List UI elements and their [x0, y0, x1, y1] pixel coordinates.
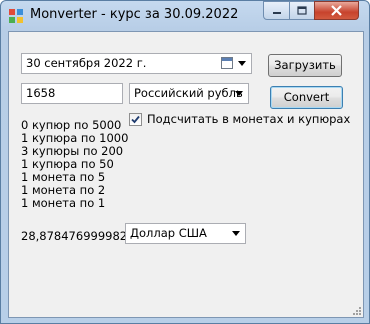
main-panel: 30 сентября 2022 г. Загрузить 1658 Росси… — [8, 31, 364, 318]
minimize-icon — [272, 11, 281, 14]
chevron-down-icon — [232, 231, 240, 236]
maximize-button[interactable] — [289, 1, 315, 20]
breakdown-item: 3 купюры по 200 — [21, 144, 124, 158]
calendar-icon — [221, 57, 233, 69]
chevron-down-icon — [238, 61, 246, 66]
window-title: Monverter - курс за 30.09.2022 — [30, 7, 239, 22]
breakdown-item: 1 монета по 1 — [21, 196, 106, 210]
convert-button[interactable]: Convert — [270, 86, 343, 109]
app-icon — [9, 9, 23, 23]
date-picker-value: 30 сентября 2022 г. — [26, 56, 147, 70]
minimize-button[interactable] — [263, 1, 290, 20]
amount-input[interactable]: 1658 — [21, 83, 123, 104]
checkmark-icon — [131, 115, 140, 124]
breakdown-item: 1 монета по 2 — [21, 183, 106, 197]
result-value: 28,8784769999826 — [21, 229, 135, 243]
load-button[interactable]: Загрузить — [268, 54, 342, 77]
resize-grip-icon[interactable] — [351, 305, 362, 316]
coins-checkbox-label[interactable]: Подсчитать в монетах и купюрах — [147, 112, 350, 126]
breakdown-item: 1 монета по 5 — [21, 170, 106, 184]
close-icon — [331, 5, 342, 16]
result-currency-select[interactable]: Доллар США — [125, 223, 246, 244]
currency-select-value: Российский рубль — [134, 86, 243, 100]
close-button[interactable] — [314, 1, 359, 20]
coins-checkbox[interactable] — [129, 113, 142, 126]
chevron-down-icon — [235, 91, 243, 96]
app-window: Monverter - курс за 30.09.2022 30 сентяб… — [0, 0, 370, 324]
breakdown-item: 1 купюра по 1000 — [21, 131, 129, 145]
title-bar[interactable]: Monverter - курс за 30.09.2022 — [1, 1, 369, 31]
date-picker[interactable]: 30 сентября 2022 г. — [21, 53, 252, 74]
result-currency-value: Доллар США — [130, 226, 207, 240]
breakdown-item: 0 купюр по 5000 — [21, 118, 122, 132]
currency-select[interactable]: Российский рубль — [129, 83, 249, 104]
breakdown-item: 1 купюра по 50 — [21, 157, 114, 171]
maximize-icon — [297, 5, 307, 15]
